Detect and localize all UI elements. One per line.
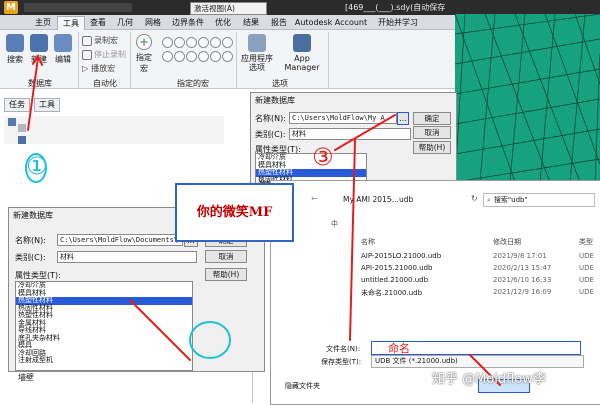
step-three-marker: ③ [312,143,334,171]
step-one-marker: ① [26,152,48,180]
arrow-to-new-button [27,57,39,131]
arrow-to-filename [349,139,356,341]
annotation-layer [25,53,501,386]
callout-box: 你的微笑MF [175,183,294,242]
watermark: 知乎 @Moldflow李 [432,372,546,387]
callout-text: 你的微笑MF [196,205,273,220]
rename-note: 命名 [388,342,410,355]
highlight-circle [189,321,231,359]
arrow-to-list [129,299,191,361]
arrow-to-browse [334,114,396,151]
